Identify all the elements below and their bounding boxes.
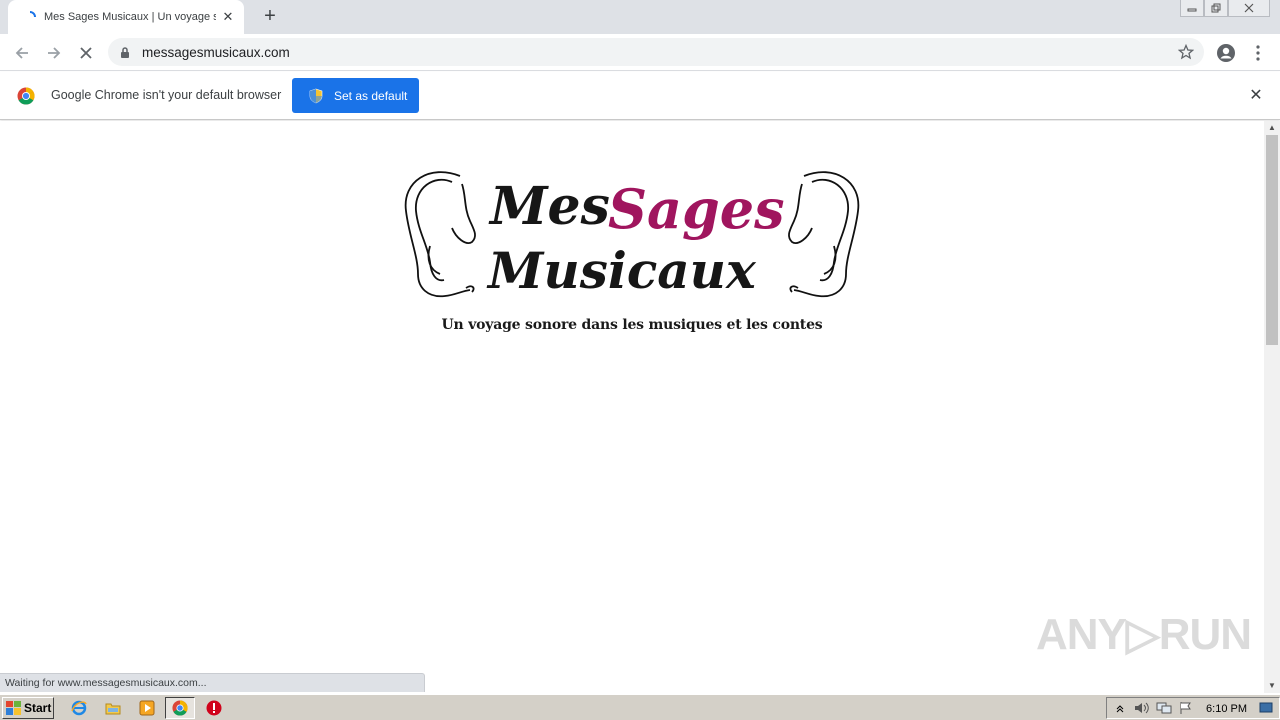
tab-title: Mes Sages Musicaux | Un voyage so: [44, 11, 216, 23]
stop-loading-button[interactable]: [72, 39, 100, 67]
site-logo[interactable]: Mes Sages Musicaux: [400, 166, 870, 306]
bookmark-star-icon[interactable]: [1177, 43, 1195, 60]
tab-active[interactable]: Mes Sages Musicaux | Un voyage so ✕: [8, 0, 244, 34]
site-tagline: Un voyage sonore dans les musiques et le…: [441, 317, 823, 333]
uac-shield-icon: [308, 88, 324, 104]
chrome-icon: [172, 700, 188, 716]
stop-icon[interactable]: [205, 699, 223, 717]
loading-spinner-icon: [22, 9, 38, 25]
right-ear-illustration: [788, 171, 860, 298]
page-content: Mes Sages Musicaux Un voyage sonore dans…: [0, 121, 1264, 693]
scrollbar-thumb[interactable]: [1266, 135, 1278, 345]
forward-arrow-icon: [48, 47, 61, 59]
minimize-button[interactable]: [1180, 0, 1204, 17]
show-desktop-icon[interactable]: [1257, 699, 1275, 717]
media-player-icon[interactable]: [138, 699, 156, 717]
explorer-icon[interactable]: [104, 699, 122, 717]
scroll-down-arrow-icon[interactable]: ▼: [1268, 682, 1276, 690]
start-label: Start: [24, 701, 52, 715]
logo-word-mes: Mes: [488, 176, 610, 237]
windows-flag-icon: [6, 701, 21, 715]
logo-word-musicaux: Musicaux: [486, 241, 757, 300]
vertical-scrollbar[interactable]: ▲ ▼: [1264, 121, 1280, 693]
system-tray: 6:10 PM: [1106, 697, 1280, 719]
stop-x-icon: [80, 47, 92, 59]
set-as-default-button[interactable]: Set as default: [292, 78, 419, 113]
action-center-flag-icon[interactable]: [1177, 699, 1195, 717]
chrome-logo-icon: [17, 87, 35, 105]
new-tab-button[interactable]: +: [258, 6, 282, 28]
window-close-button[interactable]: [1228, 0, 1270, 17]
status-bubble: Waiting for www.messagesmusicaux.com...: [0, 673, 425, 692]
window-controls: [1180, 0, 1270, 18]
back-button[interactable]: [8, 39, 36, 67]
browser-toolbar: messagesmusicaux.com: [0, 34, 1280, 71]
anyrun-watermark: ANY▷RUN: [1036, 610, 1252, 659]
chrome-taskbar-button[interactable]: [165, 697, 195, 719]
windows-taskbar: Start 6:10 PM: [0, 694, 1280, 720]
url-text[interactable]: messagesmusicaux.com: [142, 45, 290, 60]
ie-icon[interactable]: [70, 699, 88, 717]
menu-kebab-icon[interactable]: [1247, 42, 1269, 64]
taskbar-clock[interactable]: 6:10 PM: [1206, 703, 1247, 715]
left-ear-illustration: [404, 171, 476, 298]
scroll-up-arrow-icon[interactable]: ▲: [1268, 124, 1276, 132]
default-browser-infobar: Google Chrome isn't your default browser…: [0, 72, 1280, 120]
forward-button[interactable]: [40, 39, 68, 67]
set-as-default-label: Set as default: [334, 88, 408, 103]
volume-icon[interactable]: [1133, 699, 1151, 717]
start-button[interactable]: Start: [2, 697, 54, 719]
infobar-message: Google Chrome isn't your default browser: [51, 88, 282, 102]
logo-word-sages: Sages: [608, 177, 785, 241]
tab-close-icon[interactable]: ✕: [220, 9, 236, 25]
back-arrow-icon: [15, 47, 28, 59]
restore-button[interactable]: [1204, 0, 1228, 17]
profile-avatar-icon[interactable]: [1215, 42, 1237, 64]
infobar-close-icon[interactable]: ✕: [1248, 88, 1264, 104]
lock-icon[interactable]: [120, 45, 132, 59]
tray-expand-icon[interactable]: [1111, 699, 1129, 717]
network-icon[interactable]: [1155, 699, 1173, 717]
address-bar[interactable]: messagesmusicaux.com: [108, 38, 1204, 66]
tab-strip: Mes Sages Musicaux | Un voyage so ✕ +: [0, 0, 1280, 34]
